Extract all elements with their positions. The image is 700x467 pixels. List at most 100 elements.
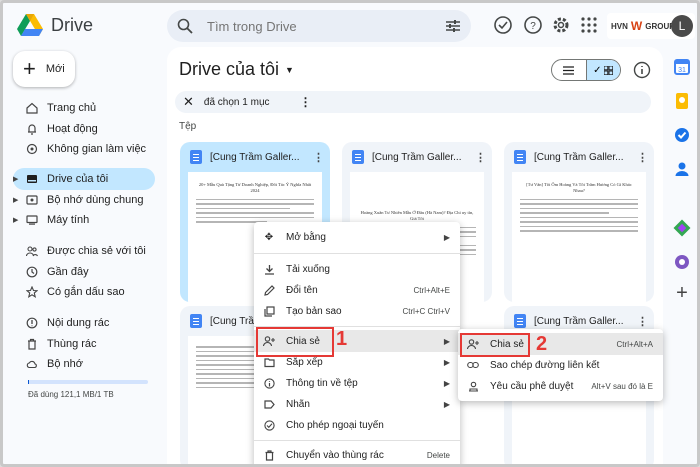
submenu-item-copy-link[interactable]: Sao chép đường liên kết — [458, 354, 663, 376]
trash-icon — [262, 448, 276, 462]
submenu-arrow-icon: ▶ — [443, 232, 450, 242]
trash-icon — [25, 337, 39, 351]
workspace-icon — [25, 142, 39, 156]
google-doc-icon — [352, 150, 364, 164]
app-name: Drive — [51, 14, 94, 35]
contacts-icon[interactable] — [673, 160, 691, 178]
search-options-icon[interactable] — [445, 18, 461, 34]
search-input[interactable] — [207, 18, 445, 34]
expand-arrow-icon[interactable]: ▶ — [13, 175, 23, 183]
new-button[interactable]: + Mới — [13, 51, 75, 87]
plus-icon: + — [23, 56, 36, 81]
sidebar-item-starred[interactable]: Có gắn dấu sao — [13, 281, 155, 303]
storage-meter — [28, 380, 148, 384]
sidebar-item-workspaces[interactable]: Không gian làm việc — [13, 138, 155, 160]
addon-purple-icon[interactable] — [673, 253, 691, 271]
menu-item-make-copy[interactable]: Tạo bản sao Ctrl+C Ctrl+V — [254, 300, 460, 322]
more-options-icon[interactable]: ⋮ — [475, 151, 486, 164]
help-icon[interactable]: ? — [523, 15, 543, 35]
checkmark-icon: ✓ — [593, 64, 602, 76]
account-avatar[interactable]: L — [671, 15, 693, 37]
submenu-item-request-approval[interactable]: Yêu cầu phê duyệt Alt+V sau đó là E — [458, 375, 663, 397]
submenu-arrow-icon: ▶ — [443, 399, 450, 409]
file-card[interactable]: [Cung Trầm Galler... ⋮ [Tư Vấn] Tôi Ốm Ho… — [504, 142, 654, 302]
sidebar-item-computers[interactable]: ▶ Máy tính — [13, 209, 155, 231]
submenu-arrow-icon: ▶ — [443, 357, 450, 367]
download-icon — [262, 262, 276, 276]
svg-text:?: ? — [530, 21, 536, 32]
menu-item-open-with[interactable]: ✥ Mở bằng ▶ — [254, 226, 460, 248]
view-toggle: ✓ — [551, 59, 621, 81]
addon-icon[interactable] — [673, 219, 691, 237]
storage-meter-fill — [28, 380, 30, 384]
dropdown-caret-icon: ▼ — [285, 64, 294, 75]
sidebar-item-spam[interactable]: Nội dung rác — [13, 312, 155, 334]
menu-item-file-information[interactable]: Thông tin về tệp ▶ — [254, 372, 460, 394]
shared-drive-icon — [25, 193, 39, 207]
grid-view-button[interactable]: ✓ — [585, 60, 620, 80]
google-doc-icon — [190, 150, 202, 164]
sidebar-item-shared-drives[interactable]: ▶ Bộ nhớ dùng chung — [13, 189, 155, 211]
link-icon — [466, 358, 480, 372]
copy-icon — [262, 304, 276, 318]
computer-icon — [25, 213, 39, 227]
sidebar-item-storage[interactable]: Bộ nhớ — [13, 353, 155, 375]
calendar-icon[interactable]: 31 — [673, 58, 691, 76]
tasks-icon[interactable] — [673, 126, 691, 144]
bell-icon — [25, 122, 39, 136]
details-info-icon[interactable] — [633, 61, 651, 79]
cloud-icon — [25, 357, 39, 371]
move-icon: ✥ — [264, 231, 274, 243]
google-doc-icon — [514, 150, 526, 164]
file-thumbnail: [Tư Vấn] Tôi Ốm Hoàng Và Tôi Trầm Hương … — [512, 172, 646, 302]
search-icon — [177, 18, 193, 34]
sidebar-item-recent[interactable]: Gần đây — [13, 261, 155, 283]
annotation-step-1: 1 — [336, 328, 348, 350]
google-doc-icon — [514, 314, 526, 328]
label-icon — [262, 397, 276, 411]
approval-icon — [466, 379, 480, 393]
search-bar[interactable] — [167, 10, 471, 42]
star-icon — [25, 285, 39, 299]
menu-item-move-to-trash[interactable]: Chuyển vào thùng rác Delete — [254, 444, 460, 464]
apps-grid-icon[interactable] — [579, 15, 599, 35]
expand-arrow-icon[interactable]: ▶ — [13, 196, 23, 204]
drive-logo-icon — [17, 14, 43, 36]
sidebar-item-my-drive[interactable]: ▶ Drive của tôi — [13, 168, 155, 190]
more-options-icon[interactable]: ⋮ — [637, 151, 648, 164]
keep-icon[interactable] — [673, 92, 691, 110]
sidebar-item-activity[interactable]: Hoạt động — [13, 118, 155, 140]
drive-icon — [25, 172, 39, 186]
more-options-icon[interactable]: ⋮ — [637, 315, 648, 328]
settings-gear-icon[interactable] — [551, 15, 571, 35]
sidebar-item-shared-with-me[interactable]: Được chia sẻ với tôi — [13, 240, 155, 262]
info-icon — [262, 376, 276, 390]
expand-arrow-icon[interactable]: ▶ — [13, 216, 23, 224]
clear-selection-close-icon[interactable]: ✕ — [183, 94, 194, 110]
menu-item-labels[interactable]: Nhãn ▶ — [254, 393, 460, 415]
selection-bar: ✕ đã chọn 1 mục ⋮ — [175, 91, 651, 113]
menu-item-download[interactable]: Tải xuống — [254, 258, 460, 280]
google-doc-icon — [190, 314, 202, 328]
more-actions-icon[interactable]: ⋮ — [300, 95, 312, 109]
menu-item-make-available-offline[interactable]: Cho phép ngoại tuyến — [254, 414, 460, 436]
svg-text:31: 31 — [678, 67, 686, 74]
more-options-icon[interactable]: ⋮ — [313, 151, 324, 164]
annotation-highlight-share-submenu — [460, 333, 530, 357]
drive-logo[interactable]: Drive — [17, 14, 93, 36]
list-view-button[interactable] — [552, 60, 586, 80]
annotation-highlight-share — [256, 327, 334, 357]
page-title[interactable]: Drive của tôi ▼ — [179, 59, 294, 80]
grid-icon — [604, 65, 614, 75]
menu-item-rename[interactable]: Đổi tên Ctrl+Alt+E — [254, 279, 460, 301]
sidebar-item-home[interactable]: Trang chủ — [13, 97, 155, 119]
folder-move-icon — [262, 355, 276, 369]
submenu-arrow-icon: ▶ — [443, 378, 450, 388]
submenu-arrow-icon: ▶ — [443, 336, 450, 346]
home-icon — [25, 101, 39, 115]
people-icon — [25, 244, 39, 258]
annotation-step-2: 2 — [536, 333, 548, 355]
offline-status-icon[interactable] — [493, 15, 513, 35]
sidebar-item-trash[interactable]: Thùng rác — [13, 333, 155, 355]
add-addon-plus-icon[interactable]: + — [673, 283, 691, 303]
